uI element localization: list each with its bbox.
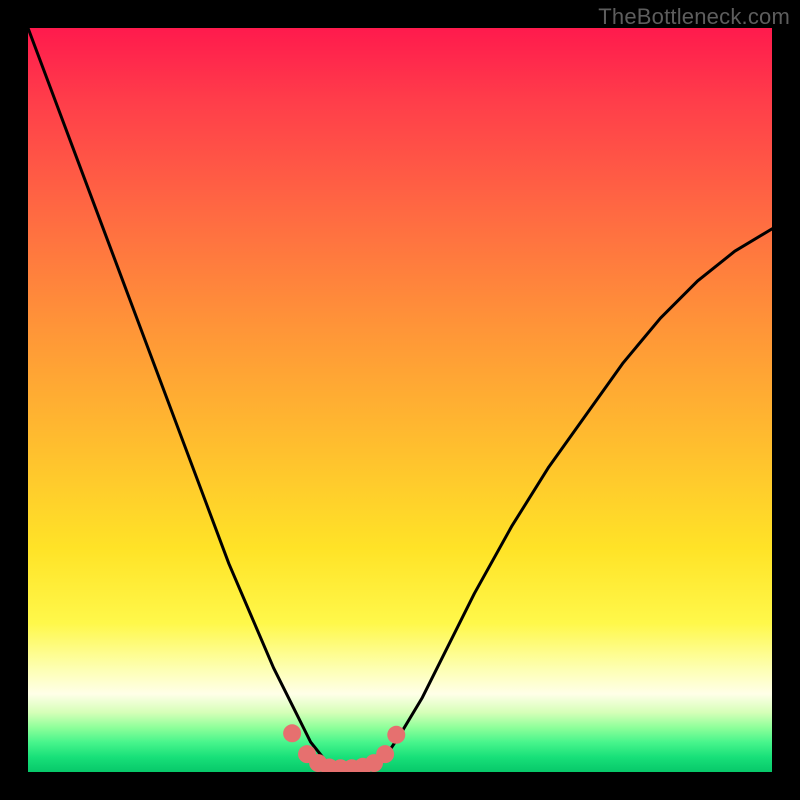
plot-area (28, 28, 772, 772)
bottleneck-curve (28, 28, 772, 768)
emphasis-dot (376, 745, 394, 763)
watermark-text: TheBottleneck.com (598, 4, 790, 30)
emphasis-dot (387, 726, 405, 744)
emphasis-dot (283, 724, 301, 742)
chart-svg (28, 28, 772, 772)
outer-frame: TheBottleneck.com (0, 0, 800, 800)
emphasis-markers (283, 724, 405, 772)
